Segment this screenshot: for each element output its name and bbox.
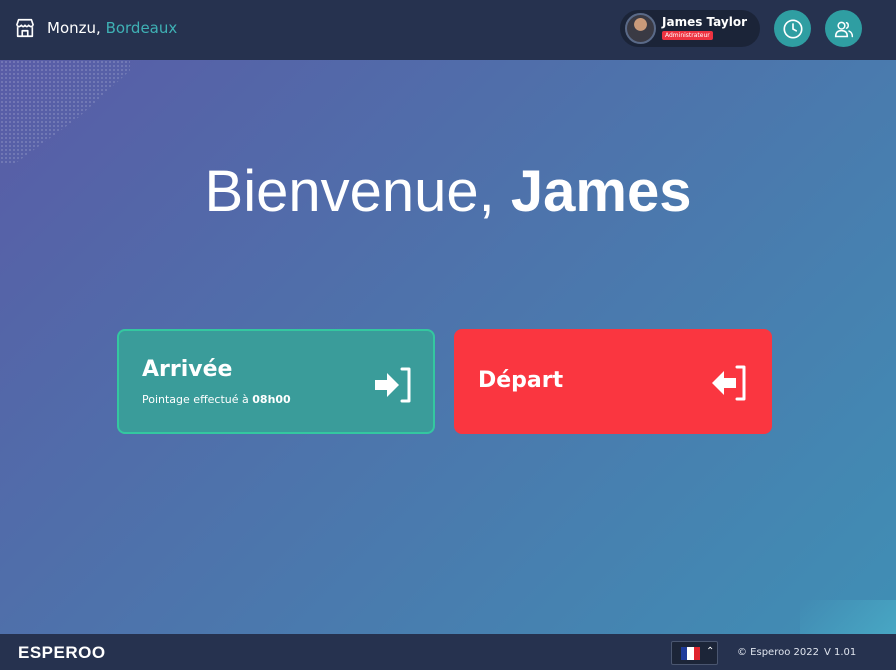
store-name: Monzu, Bordeaux xyxy=(47,19,177,37)
arrival-status: Pointage effectué à 08h00 xyxy=(142,393,291,406)
store-name-label: Monzu, xyxy=(47,19,101,37)
decorative-dot-pattern xyxy=(0,60,130,165)
arrival-button[interactable]: Arrivée Pointage effectué à 08h00 xyxy=(117,329,435,434)
brand-logo: ESPEROO xyxy=(18,643,106,662)
history-button[interactable] xyxy=(774,10,811,47)
user-name: James Taylor xyxy=(662,15,747,29)
user-role-badge: Administrateur xyxy=(662,31,713,40)
chevron-up-icon: ⌃ xyxy=(706,646,715,657)
team-button[interactable] xyxy=(825,10,862,47)
sign-out-icon xyxy=(712,365,746,401)
arrival-status-time: 08h00 xyxy=(252,393,291,406)
arrival-label: Arrivée xyxy=(142,357,233,382)
welcome-firstname: James xyxy=(510,159,692,224)
arrival-status-text: Pointage effectué à xyxy=(142,393,249,406)
france-flag-icon xyxy=(681,647,700,660)
version-text: V 1.01 xyxy=(824,647,857,658)
language-selector[interactable]: ⌃ xyxy=(671,641,718,665)
copyright-text: © Esperoo 2022 xyxy=(737,647,819,658)
welcome-greeting: Bienvenue, xyxy=(204,159,495,224)
footer: ESPEROO ⌃ © Esperoo 2022 V 1.01 xyxy=(0,634,896,670)
clock-icon xyxy=(782,18,803,39)
decorative-shape xyxy=(800,600,896,634)
departure-button[interactable]: Départ xyxy=(454,329,772,434)
user-profile[interactable]: James Taylor Administrateur xyxy=(620,10,760,47)
departure-label: Départ xyxy=(478,368,564,393)
users-icon xyxy=(834,21,853,37)
sign-in-icon xyxy=(375,367,411,403)
store-city: Bordeaux xyxy=(105,19,178,37)
avatar xyxy=(625,13,656,44)
welcome-heading: Bienvenue, James xyxy=(0,158,896,225)
store-icon xyxy=(15,18,35,38)
top-bar: Monzu, Bordeaux James Taylor Administrat… xyxy=(0,0,896,60)
